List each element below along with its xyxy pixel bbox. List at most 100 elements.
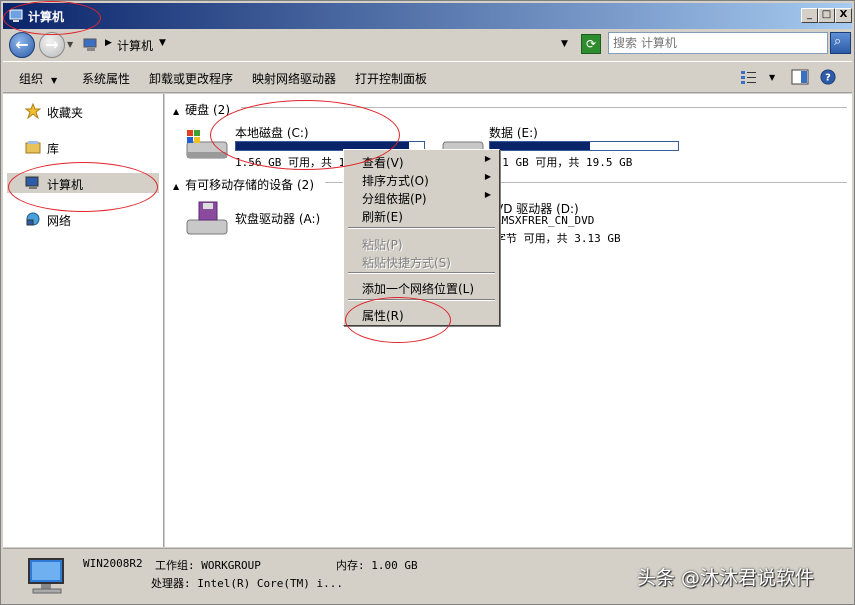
menu-label: 添加一个网络位置(L) [362, 282, 475, 296]
memory-info: 内存: 1.00 GB [336, 559, 418, 572]
group-header-hard-disks[interactable]: ▲ 硬盘 (2) [173, 101, 230, 118]
history-dropdown-icon[interactable]: ▼ [67, 40, 73, 49]
group-count: (2) [297, 178, 314, 192]
nav-label: 计算机 [47, 178, 84, 192]
navigation-pane: 收藏夹 库 计算机 网络 [3, 94, 164, 547]
drive-name: 本地磁盘 (C:) [235, 126, 309, 140]
explorer-window: 计算机 _ □ X ← → ▼ ▶ 计算机 ▼ ▼ ⟳ ⌕ 组织 ▼ 系统属性 卸… [0, 0, 855, 605]
search-field[interactable] [608, 32, 828, 54]
group-title: 硬盘 [185, 103, 210, 117]
uninstall-program-button[interactable]: 卸载或更改程序 [149, 70, 233, 87]
drive-name: 数据 (E:) [489, 126, 538, 140]
title-bar[interactable]: 计算机 _ □ X [3, 3, 852, 29]
menu-label: 属性(R) [362, 309, 404, 323]
menu-separator [348, 299, 495, 301]
menu-label: 分组依据(P) [362, 192, 427, 206]
network-icon [26, 212, 40, 226]
workgroup-info: 工作组: WORKGROUP [155, 559, 261, 572]
arrow-left-icon: ← [15, 35, 29, 54]
submenu-arrow-icon: ▶ [484, 190, 491, 199]
group-divider [241, 107, 847, 108]
nav-label: 收藏夹 [47, 106, 84, 120]
drive-usage-bar [489, 141, 679, 151]
breadcrumb-chevron-icon[interactable]: ▼ [159, 38, 166, 48]
star-icon [25, 103, 41, 119]
context-menu: 查看(V) ▶ 排序方式(O) ▶ 分组依据(P) ▶ 刷新(E) 粘贴(P) 粘贴快… [343, 149, 500, 326]
view-dropdown-icon[interactable]: ▼ [769, 73, 775, 82]
menu-item-properties[interactable]: 属性(R) [346, 305, 497, 323]
menu-label: 查看(V) [362, 156, 404, 170]
computer-icon [9, 9, 23, 22]
nav-item-computer[interactable]: 计算机 [7, 173, 159, 193]
menu-item-view[interactable]: 查看(V) ▶ [346, 152, 497, 170]
menu-label: 粘贴快捷方式(S) [362, 256, 451, 270]
group-title: 有可移动存储的设备 [185, 178, 294, 192]
preview-pane-icon[interactable] [791, 69, 809, 85]
menu-item-add-network-location[interactable]: 添加一个网络位置(L) [346, 278, 497, 296]
computer-name: WIN2008R2 [83, 557, 143, 570]
menu-item-paste-shortcut: 粘贴快捷方式(S) [346, 252, 497, 270]
menu-label: 粘贴(P) [362, 238, 403, 252]
forward-button[interactable]: → [39, 32, 65, 58]
search-button[interactable]: ⌕ [830, 32, 851, 54]
collapse-triangle-icon[interactable]: ▲ [173, 182, 179, 191]
processor-info: 处理器: Intel(R) Core(TM) i... [151, 577, 343, 590]
library-icon [25, 141, 41, 154]
refresh-button[interactable]: ⟳ [581, 34, 601, 54]
computer-monitor-icon [28, 558, 64, 594]
refresh-icon: ⟳ [585, 37, 597, 51]
content-pane: ▲ 硬盘 (2) 本地磁盘 (C:) 1.56 GB 可用，共 1 数据 (E:… [165, 94, 852, 547]
help-icon[interactable]: ? [819, 69, 837, 85]
close-button[interactable]: X [835, 8, 852, 23]
nav-item-favorites[interactable]: 收藏夹 [7, 101, 159, 121]
menu-label: 排序方式(O) [362, 174, 429, 188]
drive-space-info: 字节 可用，共 3.13 GB [495, 232, 621, 245]
breadcrumb-location[interactable]: 计算机 [117, 37, 153, 54]
menu-item-paste: 粘贴(P) [346, 234, 497, 252]
floppy-drive-icon [186, 201, 228, 235]
command-bar: 组织 ▼ 系统属性 卸载或更改程序 映射网络驱动器 打开控制面板 ▼ ? [3, 61, 852, 93]
search-icon: ⌕ [834, 34, 842, 49]
hard-drive-windows-icon [186, 130, 228, 159]
menu-item-group-by[interactable]: 分组依据(P) ▶ [346, 188, 497, 206]
chevron-down-icon: ▼ [51, 76, 58, 85]
nav-label: 库 [47, 142, 60, 156]
organize-button[interactable]: 组织 ▼ [19, 70, 57, 87]
map-network-drive-button[interactable]: 映射网络驱动器 [252, 70, 336, 87]
drive-volume-label: RMSXFRER_CN_DVD [495, 214, 595, 227]
group-header-removable[interactable]: ▲ 有可移动存储的设备 (2) [173, 176, 314, 193]
window-title: 计算机 [28, 10, 65, 24]
computer-icon [83, 38, 97, 51]
search-input[interactable] [613, 34, 825, 52]
breadcrumb-separator-icon[interactable]: ▶ [105, 38, 112, 48]
arrow-right-icon: → [45, 35, 59, 54]
drive-usage-fill [490, 142, 590, 150]
collapse-triangle-icon[interactable]: ▲ [173, 107, 179, 116]
organize-label: 组织 [19, 72, 44, 86]
system-properties-button[interactable]: 系统属性 [82, 70, 130, 87]
menu-item-refresh[interactable]: 刷新(E) [346, 206, 497, 224]
computer-icon [25, 176, 39, 189]
address-dropdown-icon[interactable]: ▼ [561, 39, 568, 49]
back-button[interactable]: ← [9, 32, 35, 58]
drive-space-info: 9.1 GB 可用，共 19.5 GB [489, 156, 633, 169]
minimize-button[interactable]: _ [801, 8, 818, 23]
view-options-icon[interactable] [740, 69, 758, 85]
menu-separator [348, 227, 495, 229]
submenu-arrow-icon: ▶ [484, 154, 491, 163]
svg-text:?: ? [825, 73, 831, 84]
nav-item-libraries[interactable]: 库 [7, 137, 159, 157]
open-control-panel-button[interactable]: 打开控制面板 [355, 70, 427, 87]
address-row: ← → ▼ ▶ 计算机 ▼ ▼ ⟳ ⌕ [3, 29, 852, 61]
menu-item-sort-by[interactable]: 排序方式(O) ▶ [346, 170, 497, 188]
menu-separator [348, 272, 495, 274]
drive-space-info: 1.56 GB 可用，共 1 [235, 156, 346, 169]
nav-label: 网络 [47, 214, 72, 228]
nav-item-network[interactable]: 网络 [7, 209, 159, 229]
drive-d[interactable]: VD 驱动器 (D:) RMSXFRER_CN_DVD 字节 可用，共 3.13… [495, 200, 695, 245]
maximize-button[interactable]: □ [818, 8, 835, 23]
address-bar[interactable]: ▶ 计算机 ▼ ▼ [79, 34, 575, 56]
group-count: (2) [213, 103, 230, 117]
menu-label: 刷新(E) [362, 210, 403, 224]
drive-name: 软盘驱动器 (A:) [235, 212, 321, 226]
